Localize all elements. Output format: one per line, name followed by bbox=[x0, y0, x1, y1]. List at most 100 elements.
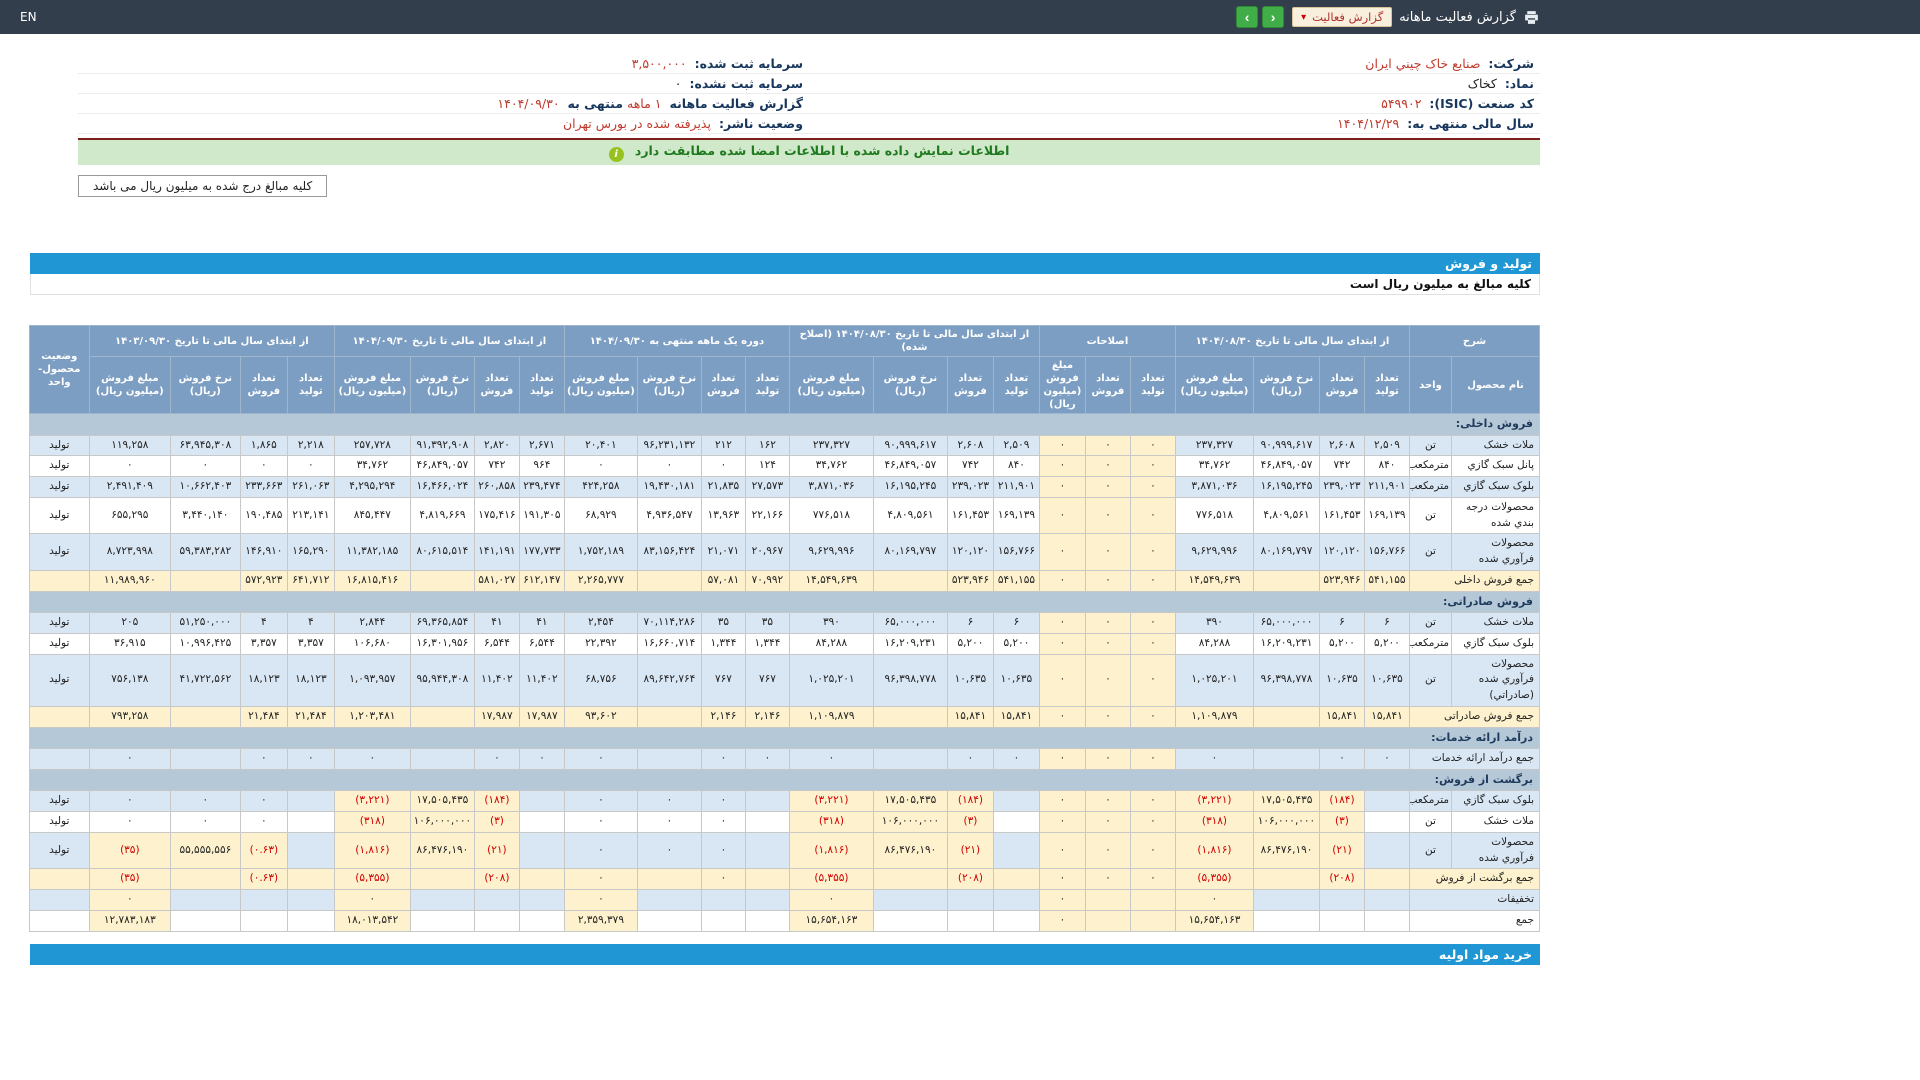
table-cell: ۰ bbox=[1084, 653, 1131, 707]
table-cell: ۰ bbox=[286, 455, 335, 477]
status-cell: تولید bbox=[28, 811, 90, 833]
table-cell: ۰ bbox=[1038, 612, 1086, 634]
table-cell bbox=[872, 889, 948, 911]
table-cell: ۹۰,۹۹۹,۶۱۷ bbox=[1252, 434, 1320, 457]
table-cell: ۱۶۱,۴۵۳ bbox=[946, 496, 994, 535]
table-cell: ۲,۵۰۹ bbox=[1363, 434, 1410, 457]
table-cell bbox=[744, 889, 790, 911]
report-type-select[interactable]: گزارش فعالیت ▾ bbox=[1292, 7, 1393, 27]
table-cell: ۱۶,۶۶۰,۷۱۴ bbox=[636, 632, 702, 655]
table-cell: (۲۰۸) bbox=[946, 868, 994, 890]
table-cell: ۰ bbox=[1038, 533, 1086, 571]
table-cell: ۱۱۹,۲۵۸ bbox=[88, 434, 171, 457]
prev-button[interactable]: ‹ bbox=[1262, 6, 1285, 28]
table-cell: ۸۰,۱۶۹,۷۹۷ bbox=[872, 533, 948, 571]
table-cell: ۰ bbox=[88, 790, 171, 812]
next-button[interactable]: › bbox=[1236, 6, 1259, 28]
table-cell: ۲,۲۱۸ bbox=[286, 434, 335, 457]
table-cell: ۵۷۲,۹۲۳ bbox=[239, 569, 288, 592]
table-cell: ۰ bbox=[88, 811, 171, 833]
table-cell: ۲,۶۷۱ bbox=[518, 434, 565, 457]
table-cell: ۹۱,۳۹۲,۹۰۸ bbox=[409, 434, 475, 457]
table-cell: ۳,۸۷۱,۰۳۶ bbox=[1174, 476, 1254, 498]
table-cell: ۶۳,۹۴۵,۳۰۸ bbox=[169, 434, 241, 457]
table-cell: ۹۶,۲۳۱,۱۳۲ bbox=[636, 434, 702, 457]
column-group-header: اصلاحات bbox=[1038, 325, 1176, 357]
table-cell: (۲۱) bbox=[1318, 831, 1365, 870]
table-cell: ۱۷,۵۰۵,۴۳۵ bbox=[872, 790, 948, 812]
table-cell: ۴ bbox=[286, 612, 335, 634]
table-row: جمع ۱۵,۶۵۴,۱۶۳ ۰ ۱۵,۶۵۴,۱۶۳ ۲,۳۵۹,۳۷۹ ۱۸,۰۱۳,… bbox=[28, 909, 1541, 932]
table-cell: ۵۴۱,۱۵۵ bbox=[1363, 569, 1410, 592]
report-ending-date: ۱۴۰۴/۰۹/۳۰ bbox=[497, 96, 560, 111]
report-type-label: گزارش فعالیت bbox=[1312, 10, 1384, 24]
table-cell bbox=[409, 748, 475, 770]
column-header: مبلغ فروش (میلیون ریال) bbox=[88, 356, 171, 414]
table-cell: ۵۴۱,۱۵۵ bbox=[992, 569, 1040, 592]
table-cell: ۱۶۱,۴۵۳ bbox=[1318, 496, 1365, 535]
table-cell: ۰ bbox=[1084, 476, 1131, 498]
issuer-status-label: وضعیت ناشر: bbox=[718, 116, 803, 131]
units-note-wrap: کلیه مبالغ درج شده به میلیون ریال می باش… bbox=[78, 175, 1540, 197]
table-cell: ۸۴۰ bbox=[992, 455, 1040, 477]
table-cell: ۱۷۵,۴۱۶ bbox=[473, 496, 520, 535]
table-cell: ۱۵,۸۴۱ bbox=[992, 705, 1040, 728]
table-cell: ۲,۳۵۹,۳۷۹ bbox=[563, 909, 638, 932]
table-cell: ۲۶۱,۰۶۳ bbox=[286, 476, 335, 498]
info-icon: i bbox=[608, 147, 624, 162]
table-section-row: برگشت از فروش: bbox=[28, 768, 1541, 792]
table-cell: ۰ bbox=[286, 748, 335, 770]
table-cell bbox=[636, 889, 702, 911]
table-cell: ۷۴۲ bbox=[1318, 455, 1365, 477]
table-cell: ۱۲,۷۸۳,۱۸۳ bbox=[88, 909, 171, 932]
table-body: فروش داخلی: ملات خشک تن ۲,۵۰۹ ۲,۶۰۸ ۹۰,۹۹۹,۶۱… bbox=[28, 413, 1541, 932]
table-cell: ۲۱,۴۸۴ bbox=[239, 705, 288, 728]
table-cell: ۰ bbox=[1084, 632, 1131, 655]
table-cell: ۱۸,۱۲۳ bbox=[286, 653, 335, 707]
table-cell: ۲۳۹,۰۲۳ bbox=[946, 476, 994, 498]
amounts-note: کلیه مبالغ به میلیون ریال است bbox=[30, 274, 1540, 295]
product-name-cell: محصولات فرآوري شده bbox=[1451, 831, 1540, 870]
table-cell: ۴۶,۸۴۹,۰۵۷ bbox=[409, 455, 475, 477]
table-cell: ۰ bbox=[239, 455, 288, 477]
table-cell bbox=[473, 889, 520, 911]
company-value: صنایع خاک چيني ايران bbox=[1365, 56, 1481, 71]
column-group-header: از ابتدای سال مالی تا تاریخ ۱۴۰۳/۰۹/۳۰ bbox=[88, 325, 335, 357]
table-cell: ۰ bbox=[1129, 612, 1176, 634]
table-cell: ۱۶,۲۰۹,۲۳۱ bbox=[1252, 632, 1320, 655]
table-row: ملات خشک تن ۶ ۶ ۶۵,۰۰۰,۰۰۰ ۳۹۰ ۰ ۰ ۰ ۶ ۶ ۶۵,۰۰۰,۰۰۰… bbox=[28, 612, 1540, 634]
table-cell: ۶۵,۰۰۰,۰۰۰ bbox=[872, 612, 948, 634]
table-cell: ۲,۱۴۶ bbox=[744, 705, 790, 728]
table-cell: ۰ bbox=[1129, 455, 1176, 477]
info-row: نماد: کخاک سرمایه ثبت نشده: ۰ bbox=[78, 73, 1540, 94]
table-cell: ۵,۲۰۰ bbox=[946, 632, 994, 655]
table-cell: ۱۲۰,۱۲۰ bbox=[1318, 533, 1365, 571]
table-cell: (۳۱۸) bbox=[1174, 811, 1254, 833]
chevron-down-icon: ▾ bbox=[1301, 11, 1307, 23]
product-name-cell: محصولات فرآوري شده (صادراتي) bbox=[1451, 653, 1540, 707]
table-cell: ۰ bbox=[992, 748, 1040, 770]
table-cell: ۱۷,۹۸۷ bbox=[518, 705, 565, 728]
table-cell: ۰ bbox=[1129, 569, 1176, 592]
table-cell: ۱۰,۶۳۵ bbox=[1318, 653, 1365, 707]
language-toggle[interactable]: EN bbox=[20, 10, 37, 24]
table-cell: ۲۳۷,۳۲۷ bbox=[1174, 434, 1254, 457]
registered-capital-label: سرمایه ثبت شده: bbox=[694, 56, 803, 71]
status-cell bbox=[28, 569, 90, 592]
column-header: تعداد تولید bbox=[744, 356, 790, 414]
table-cell: ۱۶۵,۲۹۰ bbox=[286, 533, 335, 571]
product-name-cell: بلوک سبک گازي bbox=[1451, 476, 1540, 498]
table-cell: ۳,۳۵۷ bbox=[286, 632, 335, 655]
table-cell: ۳,۴۴۰,۱۴۰ bbox=[169, 496, 241, 535]
table-cell: ۰ bbox=[473, 748, 520, 770]
total-label-cell: جمع فروش داخلی bbox=[1408, 569, 1541, 592]
table-cell: ۱۰,۶۳۵ bbox=[992, 653, 1040, 707]
print-icon[interactable] bbox=[1523, 9, 1540, 26]
table-cell bbox=[744, 909, 790, 932]
table-cell bbox=[872, 868, 948, 890]
table-cell: ۰ bbox=[1129, 705, 1176, 728]
column-header: مبلغ فروش (میلیون ریال) bbox=[563, 356, 638, 414]
table-cell: ۷۶۷ bbox=[700, 653, 746, 707]
status-cell bbox=[28, 748, 90, 770]
table-cell: ۱۵۶,۷۶۶ bbox=[1363, 533, 1410, 571]
